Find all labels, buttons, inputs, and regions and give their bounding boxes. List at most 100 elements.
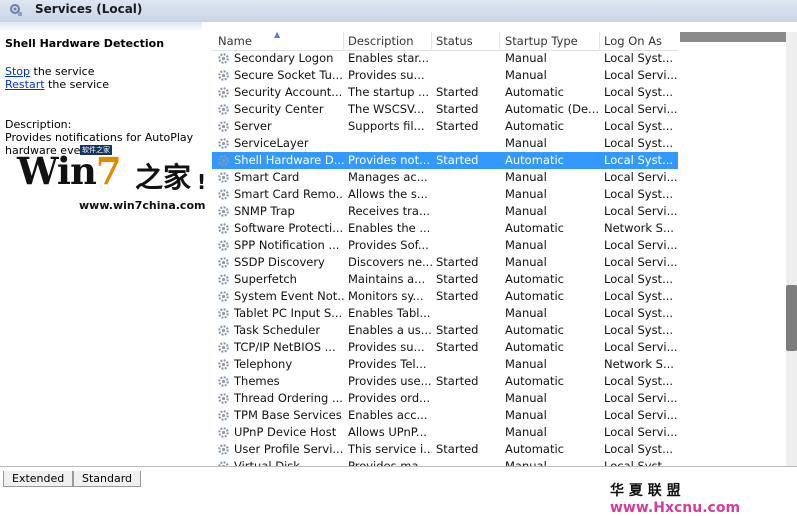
table-row[interactable]: Secondary Logon Enables star... Manual Loca… bbox=[212, 50, 678, 67]
services-table: Name ▲ Description Status Startup Type L… bbox=[212, 32, 678, 468]
table-row[interactable]: Server Supports fil... Started Automatic Loc… bbox=[212, 118, 678, 135]
service-gear-icon bbox=[218, 189, 229, 200]
col-header-name[interactable]: Name bbox=[218, 34, 252, 48]
table-row[interactable]: SNMP Trap Receives tra... Manual Local Serv… bbox=[212, 203, 678, 220]
tab-extended[interactable]: Extended bbox=[3, 471, 74, 487]
service-log-on-as-cell: Local Syst... bbox=[604, 85, 674, 99]
service-log-on-as-cell: Local Servi... bbox=[604, 408, 678, 422]
stop-link[interactable]: Stop bbox=[5, 65, 30, 78]
table-row[interactable]: Secure Socket Tu... Provides su... Manual L… bbox=[212, 67, 678, 84]
service-startup-type-cell: Manual bbox=[505, 357, 547, 371]
right-blank-area bbox=[678, 32, 797, 468]
table-row[interactable]: Telephony Provides Tel... Manual Network S.… bbox=[212, 356, 678, 373]
service-gear-icon bbox=[218, 206, 229, 217]
table-row[interactable]: Security Account... The startup ... Starte… bbox=[212, 84, 678, 101]
table-row[interactable]: SSDP Discovery Discovers ne... Started Manu… bbox=[212, 254, 678, 271]
col-header-description[interactable]: Description bbox=[348, 34, 414, 48]
service-gear-icon bbox=[218, 240, 229, 251]
service-description-cell: Supports fil... bbox=[348, 119, 425, 133]
table-row[interactable]: Tablet PC Input S... Enables Tabl... Manua… bbox=[212, 305, 678, 322]
service-name-cell: TPM Base Services bbox=[234, 408, 342, 422]
service-name-cell: Smart Card Remo... bbox=[234, 187, 344, 201]
service-description-cell: Provides ord... bbox=[348, 391, 431, 405]
table-row[interactable]: Superfetch Maintains a... Started Automatic… bbox=[212, 271, 678, 288]
service-startup-type-cell: Manual bbox=[505, 187, 547, 201]
col-header-status[interactable]: Status bbox=[436, 34, 473, 48]
service-startup-type-cell: Manual bbox=[505, 408, 547, 422]
table-row[interactable]: Security Center The WSCSV... Started Automa… bbox=[212, 101, 678, 118]
description-label: Description: bbox=[5, 118, 72, 131]
vertical-scrollbar-track[interactable] bbox=[786, 32, 797, 468]
service-name-cell: SSDP Discovery bbox=[234, 255, 325, 269]
col-header-log-on-as[interactable]: Log On As bbox=[604, 34, 662, 48]
service-startup-type-cell: Automatic (De... bbox=[505, 102, 599, 116]
column-divider[interactable] bbox=[431, 32, 432, 49]
horizontal-scrollbar[interactable] bbox=[680, 32, 787, 42]
table-row[interactable]: SPP Notification ... Provides Sof... Manua… bbox=[212, 237, 678, 254]
selected-service-name: Shell Hardware Detection bbox=[5, 37, 165, 50]
logo-badge: 软件之家 bbox=[80, 145, 112, 155]
logo-win: Win bbox=[17, 149, 97, 193]
service-description-cell: Provides su... bbox=[348, 68, 425, 82]
service-gear-icon bbox=[218, 223, 229, 234]
column-divider[interactable] bbox=[343, 32, 344, 49]
table-row[interactable]: Shell Hardware D... Provides not... Starte… bbox=[212, 152, 678, 169]
extended-panel: Shell Hardware Detection Stop the servic… bbox=[0, 30, 210, 470]
action-stop: Stop the service bbox=[5, 65, 94, 78]
service-gear-icon bbox=[218, 308, 229, 319]
column-divider[interactable] bbox=[599, 32, 600, 49]
service-name-cell: Superfetch bbox=[234, 272, 297, 286]
service-gear-icon bbox=[218, 427, 229, 438]
service-gear-icon bbox=[218, 70, 229, 81]
service-name-cell: Secondary Logon bbox=[234, 51, 334, 65]
col-header-startup-type[interactable]: Startup Type bbox=[505, 34, 578, 48]
service-description-cell: This service i... bbox=[348, 442, 432, 456]
service-log-on-as-cell: Local Syst... bbox=[604, 153, 674, 167]
table-header: Name ▲ Description Status Startup Type L… bbox=[212, 32, 678, 51]
service-log-on-as-cell: Network S... bbox=[604, 357, 674, 371]
service-gear-icon bbox=[218, 325, 229, 336]
vertical-scrollbar-thumb[interactable] bbox=[786, 285, 797, 351]
service-startup-type-cell: Manual bbox=[505, 306, 547, 320]
header-bar: Services (Local) bbox=[0, 0, 797, 22]
service-name-cell: Security Account... bbox=[234, 85, 343, 99]
table-row[interactable]: TCP/IP NetBIOS ... Provides su... Started A… bbox=[212, 339, 678, 356]
table-row[interactable]: User Profile Servi... This service i... St… bbox=[212, 441, 678, 458]
table-row[interactable]: ServiceLayer Manual Local Syst... bbox=[212, 135, 678, 152]
service-name-cell: System Event Not... bbox=[234, 289, 344, 303]
service-log-on-as-cell: Local Servi... bbox=[604, 204, 678, 218]
service-description-cell: Monitors sy... bbox=[348, 289, 424, 303]
service-description-cell: Provides use... bbox=[348, 374, 432, 388]
table-row[interactable]: Themes Provides use... Started Automatic Loc… bbox=[212, 373, 678, 390]
service-description-cell: Provides Tel... bbox=[348, 357, 427, 371]
restart-link-suffix: the service bbox=[44, 78, 109, 91]
column-divider[interactable] bbox=[499, 32, 500, 49]
table-row[interactable]: TPM Base Services Enables acc... Manual Loc… bbox=[212, 407, 678, 424]
service-description-cell: Enables Tabl... bbox=[348, 306, 431, 320]
logo-url: www.win7china.com bbox=[79, 199, 206, 212]
service-gear-icon bbox=[218, 87, 229, 98]
table-row[interactable]: Smart Card Remo... Allows the s... Manual L… bbox=[212, 186, 678, 203]
service-status-cell: Started bbox=[436, 340, 479, 354]
service-description-cell: Receives tra... bbox=[348, 204, 430, 218]
logo-seven: 7 bbox=[95, 149, 122, 193]
service-description-cell: Enables a us... bbox=[348, 323, 432, 337]
restart-link[interactable]: Restart bbox=[5, 78, 45, 91]
service-name-cell: SNMP Trap bbox=[234, 204, 295, 218]
service-name-cell: UPnP Device Host bbox=[234, 425, 337, 439]
service-log-on-as-cell: Local Syst... bbox=[604, 289, 674, 303]
table-row[interactable]: UPnP Device Host Allows UPnP... Manual Loca… bbox=[212, 424, 678, 441]
table-row[interactable]: Smart Card Manages ac... Manual Local Servi… bbox=[212, 169, 678, 186]
service-log-on-as-cell: Local Servi... bbox=[604, 170, 678, 184]
service-log-on-as-cell: Local Servi... bbox=[604, 102, 678, 116]
service-startup-type-cell: Automatic bbox=[505, 153, 564, 167]
table-row[interactable]: Software Protecti... Enables the ... Autom… bbox=[212, 220, 678, 237]
logo-brand: Win7 bbox=[17, 149, 122, 193]
service-gear-icon bbox=[218, 376, 229, 387]
table-row[interactable]: Thread Ordering ... Provides ord... Manual… bbox=[212, 390, 678, 407]
service-log-on-as-cell: Network S... bbox=[604, 221, 674, 235]
service-startup-type-cell: Automatic bbox=[505, 323, 564, 337]
table-row[interactable]: System Event Not... Monitors sy... Started… bbox=[212, 288, 678, 305]
tab-standard[interactable]: Standard bbox=[73, 471, 142, 487]
table-row[interactable]: Task Scheduler Enables a us... Started Auto… bbox=[212, 322, 678, 339]
